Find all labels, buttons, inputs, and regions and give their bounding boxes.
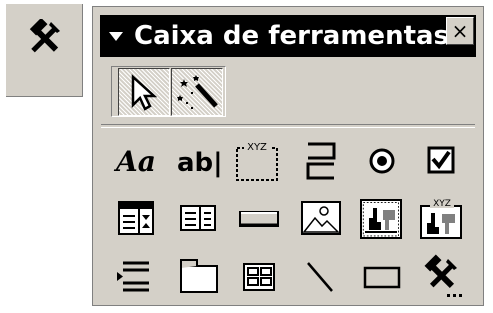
toolbox-toggle-button[interactable] (6, 4, 83, 97)
check-box-tool[interactable] (415, 138, 469, 184)
option-group-button[interactable]: XYZ (232, 138, 286, 184)
page-break-icon (117, 261, 149, 292)
toggle-button-icon (306, 142, 336, 180)
unbound-object-frame-icon (360, 199, 402, 239)
text-box-glyph: ab| (177, 148, 223, 178)
text-box-icon: ab| (177, 148, 223, 178)
command-button-icon (239, 211, 279, 227)
option-group-icon: XYZ (236, 140, 278, 181)
image-icon (301, 201, 341, 235)
list-box-icon (180, 205, 216, 231)
close-icon: × (451, 19, 469, 43)
toolbox-icon (29, 19, 60, 53)
list-box-button[interactable] (171, 196, 225, 242)
more-controls-button[interactable] (415, 254, 469, 300)
bound-object-frame-icon: XYZ (420, 197, 462, 239)
option-button-tool[interactable] (355, 138, 409, 184)
combo-box-icon (118, 201, 154, 235)
arrow-pointer-icon (131, 74, 158, 111)
rectangle-icon (363, 266, 401, 289)
magic-wand-icon (177, 75, 218, 109)
unbound-object-frame-tool[interactable] (355, 196, 409, 242)
rectangle-tool[interactable] (355, 254, 409, 300)
line-tool[interactable] (294, 254, 348, 300)
label-glyph: Aa (113, 145, 156, 178)
tab-control-icon (180, 259, 218, 293)
label-icon: Aa (113, 145, 156, 178)
tab-control-button[interactable] (171, 254, 225, 300)
toggle-button-tool[interactable] (294, 138, 348, 184)
combo-box-button[interactable] (109, 196, 163, 242)
check-box-icon (427, 146, 455, 174)
page-break-button[interactable] (109, 254, 163, 300)
menu-arrow-icon[interactable] (109, 32, 123, 42)
bound-object-frame-tool[interactable]: XYZ (415, 196, 469, 242)
radio-button-icon (369, 148, 395, 174)
palette-title-bar[interactable]: Caixa de ferramentas × (100, 15, 476, 57)
close-button[interactable]: × (446, 17, 474, 45)
palette-title: Caixa de ferramentas (134, 21, 450, 51)
control-wizards-button[interactable] (171, 68, 223, 116)
option-group-caption: XYZ (247, 142, 267, 153)
toolbox-separator (101, 124, 475, 128)
select-objects-button[interactable] (118, 68, 170, 116)
subform-button[interactable] (232, 254, 286, 300)
text-box-button[interactable]: ab| (171, 138, 225, 184)
tools-icon (424, 254, 462, 297)
subform-icon (243, 263, 275, 291)
image-tool[interactable] (294, 196, 348, 242)
bound-frame-caption: XYZ (433, 199, 451, 209)
toolbox-palette: Caixa de ferramentas × Aa ab| XYZ XYZ (92, 6, 484, 306)
command-button-tool[interactable] (232, 196, 286, 242)
label-button[interactable]: Aa (109, 138, 163, 184)
selection-tools-group (111, 66, 226, 117)
line-icon (307, 262, 333, 292)
